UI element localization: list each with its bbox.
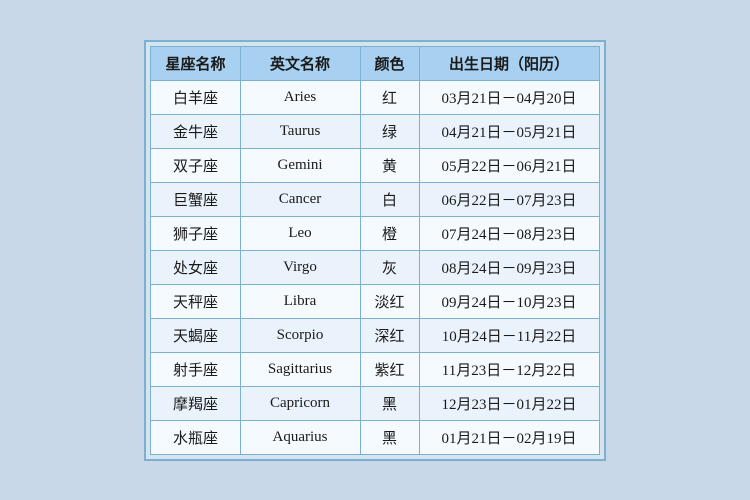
cell-zh: 摩羯座 [151, 386, 240, 420]
cell-zh: 水瓶座 [151, 420, 240, 454]
cell-zh: 狮子座 [151, 216, 240, 250]
cell-color: 淡红 [360, 284, 419, 318]
cell-color: 橙 [360, 216, 419, 250]
cell-en: Leo [240, 216, 360, 250]
cell-date: 04月21日－05月21日 [419, 114, 599, 148]
cell-en: Sagittarius [240, 352, 360, 386]
cell-en: Taurus [240, 114, 360, 148]
table-row: 摩羯座Capricorn黑12月23日－01月22日 [151, 386, 599, 420]
cell-date: 05月22日－06月21日 [419, 148, 599, 182]
cell-en: Scorpio [240, 318, 360, 352]
cell-date: 12月23日－01月22日 [419, 386, 599, 420]
cell-en: Capricorn [240, 386, 360, 420]
cell-color: 黄 [360, 148, 419, 182]
table-row: 处女座Virgo灰08月24日－09月23日 [151, 250, 599, 284]
table-row: 双子座Gemini黄05月22日－06月21日 [151, 148, 599, 182]
cell-en: Gemini [240, 148, 360, 182]
table-row: 天蝎座Scorpio深红10月24日－11月22日 [151, 318, 599, 352]
cell-en: Cancer [240, 182, 360, 216]
table-row: 巨蟹座Cancer白06月22日－07月23日 [151, 182, 599, 216]
cell-date: 06月22日－07月23日 [419, 182, 599, 216]
table-header-row: 星座名称 英文名称 颜色 出生日期（阳历） [151, 46, 599, 80]
cell-zh: 天秤座 [151, 284, 240, 318]
cell-color: 红 [360, 80, 419, 114]
header-color: 颜色 [360, 46, 419, 80]
cell-color: 深红 [360, 318, 419, 352]
cell-zh: 双子座 [151, 148, 240, 182]
cell-date: 01月21日－02月19日 [419, 420, 599, 454]
cell-zh: 金牛座 [151, 114, 240, 148]
zodiac-table: 星座名称 英文名称 颜色 出生日期（阳历） 白羊座Aries红03月21日－04… [150, 46, 599, 455]
table-row: 天秤座Libra淡红09月24日－10月23日 [151, 284, 599, 318]
cell-date: 07月24日－08月23日 [419, 216, 599, 250]
cell-color: 绿 [360, 114, 419, 148]
cell-color: 灰 [360, 250, 419, 284]
cell-date: 10月24日－11月22日 [419, 318, 599, 352]
cell-en: Aquarius [240, 420, 360, 454]
cell-en: Libra [240, 284, 360, 318]
zodiac-table-container: 星座名称 英文名称 颜色 出生日期（阳历） 白羊座Aries红03月21日－04… [144, 40, 605, 461]
header-en: 英文名称 [240, 46, 360, 80]
cell-date: 11月23日－12月22日 [419, 352, 599, 386]
table-row: 射手座Sagittarius紫红11月23日－12月22日 [151, 352, 599, 386]
cell-en: Aries [240, 80, 360, 114]
cell-color: 黑 [360, 420, 419, 454]
cell-zh: 处女座 [151, 250, 240, 284]
cell-zh: 射手座 [151, 352, 240, 386]
table-row: 狮子座Leo橙07月24日－08月23日 [151, 216, 599, 250]
cell-zh: 天蝎座 [151, 318, 240, 352]
header-date: 出生日期（阳历） [419, 46, 599, 80]
table-row: 白羊座Aries红03月21日－04月20日 [151, 80, 599, 114]
header-zh: 星座名称 [151, 46, 240, 80]
cell-color: 黑 [360, 386, 419, 420]
table-row: 水瓶座Aquarius黑01月21日－02月19日 [151, 420, 599, 454]
cell-color: 白 [360, 182, 419, 216]
cell-date: 08月24日－09月23日 [419, 250, 599, 284]
table-row: 金牛座Taurus绿04月21日－05月21日 [151, 114, 599, 148]
cell-en: Virgo [240, 250, 360, 284]
cell-date: 03月21日－04月20日 [419, 80, 599, 114]
cell-color: 紫红 [360, 352, 419, 386]
cell-date: 09月24日－10月23日 [419, 284, 599, 318]
cell-zh: 白羊座 [151, 80, 240, 114]
cell-zh: 巨蟹座 [151, 182, 240, 216]
